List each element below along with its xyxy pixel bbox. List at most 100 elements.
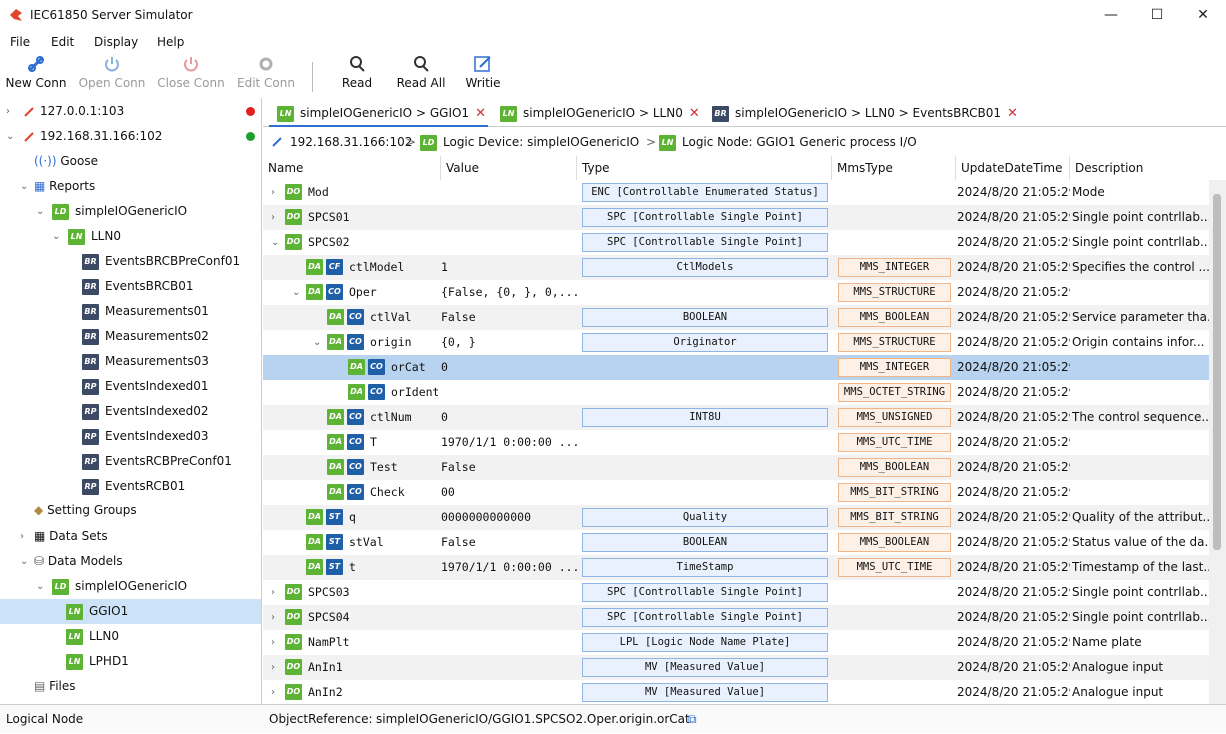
write-button[interactable]: Writie [464,54,502,90]
scrollbar-thumb[interactable] [1213,194,1221,550]
maximize-button[interactable]: ☐ [1134,0,1180,32]
read-button[interactable]: Read [340,54,374,90]
tree-node-rcb[interactable]: RP EventsIndexed01 [82,374,209,399]
tree-node-lln0[interactable]: LN LLN0 [66,624,119,649]
menu-help[interactable]: Help [157,35,184,49]
menu-file[interactable]: File [10,35,30,49]
chevron-right-icon[interactable]: › [271,655,275,680]
cell-value[interactable]: 00 [441,480,577,505]
table-row[interactable]: DA CO orCat 0 MMS_INTEGER 2024/8/20 21:05:29 [263,355,1209,380]
column-header-name[interactable]: Name [263,156,441,180]
tree-node-setting-groups[interactable]: ◆ Setting Groups [34,498,137,523]
table-row[interactable]: DA CO orIdent MMS_OCTET_STRING 2024/8/20 21:… [263,380,1209,405]
table-row[interactable]: › DO AnIn1 MV [Measured Value] 2024/8/20 21:… [263,655,1209,680]
cell-value[interactable]: 0 [441,405,577,430]
cell-value[interactable]: 1 [441,255,577,280]
table-row[interactable]: DA ST q 0000000000000 Quality MMS_BIT_STRING 2… [263,505,1209,530]
tree-node-reports[interactable]: ⌄ ▦ Reports [20,174,95,199]
copy-icon[interactable]: ⧉ [688,705,697,734]
table-row[interactable]: DA ST stVal False BOOLEAN MMS_BOOLEAN 2024/8/2… [263,530,1209,555]
close-tab-icon[interactable]: ✕ [689,106,700,121]
tree-node-rcb[interactable]: BR Measurements03 [82,349,209,374]
menu-edit[interactable]: Edit [51,35,74,49]
cell-value[interactable]: {False, {0, }, 0,... [441,280,577,305]
tree-node-rcb[interactable]: RP EventsRCB01 [82,474,185,499]
tab-ggio1[interactable]: LN simpleIOGenericIO > GGIO1 ✕ [269,100,488,127]
cell-value[interactable]: 0000000000000 [441,505,577,530]
tree-node-rcb[interactable]: BR Measurements02 [82,324,209,349]
chevron-down-icon[interactable]: ⌄ [271,230,279,255]
vertical-scrollbar[interactable] [1209,180,1226,704]
open-conn-button[interactable]: Open Conn [78,54,146,90]
cell-value[interactable]: 0 [441,355,577,380]
column-header-updatetime[interactable]: UpdateDateTime [956,156,1070,180]
table-row[interactable]: › DO Mod ENC [Controllable Enumerated Statu… [263,180,1209,205]
table-row[interactable]: DA CO Test False MMS_BOOLEAN 2024/8/20 21:05:… [263,455,1209,480]
breadcrumb-ld-value[interactable]: simpleIOGenericIO [527,135,639,149]
table-row[interactable]: DA CO Check 00 MMS_BIT_STRING 2024/8/20 21:05… [263,480,1209,505]
tree-node-rcb[interactable]: RP EventsRCBPreConf01 [82,449,232,474]
chevron-right-icon[interactable]: › [271,605,275,630]
read-all-button[interactable]: Read All [396,54,446,90]
tree-node-connection-1[interactable]: › 127.0.0.1:103 [0,99,261,124]
tree-node-rcb[interactable]: BR Measurements01 [82,299,209,324]
tree-node-ggio1[interactable]: LN GGIO1 [0,599,261,624]
edit-conn-button[interactable]: Edit Conn [236,54,296,90]
table-row[interactable]: ⌄ DO SPCS02 SPC [Controllable Single Point]… [263,230,1209,255]
tree-node-rcb[interactable]: BR EventsBRCBPreConf01 [82,249,240,274]
minimize-button[interactable]: — [1088,0,1134,32]
tree-node-goose[interactable]: ((·)) Goose [34,149,98,174]
table-row[interactable]: › DO SPCS03 SPC [Controllable Single Point]… [263,580,1209,605]
chevron-down-icon[interactable]: ⌄ [292,280,300,305]
tree-node-data-sets[interactable]: › ▦ Data Sets [20,524,108,549]
table-row[interactable]: DA CO ctlVal False BOOLEAN MMS_BOOLEAN 2024/8/… [263,305,1209,330]
chevron-right-icon[interactable]: › [271,180,275,205]
table-row[interactable]: › DO NamPlt LPL [Logic Node Name Plate] 2024… [263,630,1209,655]
new-conn-button[interactable]: New Conn [4,54,68,90]
table-row[interactable]: › DO SPCS01 SPC [Controllable Single Point]… [263,205,1209,230]
cell-update-time: 2024/8/20 21:05:29 [957,560,1070,574]
column-header-mmstype[interactable]: MmsType [832,156,956,180]
column-header-type[interactable]: Type [577,156,832,180]
chevron-down-icon[interactable]: ⌄ [313,330,321,355]
table-row[interactable]: ⌄ DA CO Oper {False, {0, }, 0,... MMS_STRUCTU… [263,280,1209,305]
cell-value[interactable]: False [441,305,577,330]
chevron-right-icon[interactable]: › [271,580,275,605]
table-row[interactable]: › DO AnIn2 MV [Measured Value] 2024/8/20 21:… [263,680,1209,704]
cell-value[interactable]: {0, } [441,330,577,355]
cell-value[interactable]: 1970/1/1 0:00:00 ... [441,430,577,455]
tree-node-rcb[interactable]: RP EventsIndexed02 [82,399,209,424]
breadcrumb-host[interactable]: 192.168.31.166:102 [290,129,412,155]
tree-node-rcb[interactable]: RP EventsIndexed03 [82,424,209,449]
tree-node-connection-2[interactable]: ⌄ 192.168.31.166:102 [0,124,261,149]
table-row[interactable]: › DO SPCS04 SPC [Controllable Single Point]… [263,605,1209,630]
tree-node-reports-lln0[interactable]: ⌄ LN LLN0 [52,224,121,249]
close-conn-button[interactable]: Close Conn [156,54,226,90]
table-row[interactable]: DA CO T 1970/1/1 0:00:00 ... MMS_UTC_TIME 202… [263,430,1209,455]
cell-value[interactable]: False [441,455,577,480]
close-tab-icon[interactable]: ✕ [1007,106,1018,121]
chevron-right-icon[interactable]: › [271,630,275,655]
menu-display[interactable]: Display [94,35,138,49]
table-row[interactable]: DA ST t 1970/1/1 0:00:00 ... TimeStamp MMS_UT… [263,555,1209,580]
column-header-value[interactable]: Value [441,156,577,180]
table-row[interactable]: DA CF ctlModel 1 CtlModels MMS_INTEGER 2024/8/… [263,255,1209,280]
tree-node-data-models[interactable]: ⌄ ⛁ Data Models [20,549,123,574]
close-window-button[interactable]: ✕ [1180,0,1226,32]
table-row[interactable]: ⌄ DA CO origin {0, } Originator MMS_STRUCTURE 2… [263,330,1209,355]
table-row[interactable]: DA CO ctlNum 0 INT8U MMS_UNSIGNED 2024/8/20 21… [263,405,1209,430]
tree-node-files[interactable]: ▤ Files [34,674,76,699]
cell-value[interactable]: 1970/1/1 0:00:00 ... [441,555,577,580]
chevron-right-icon[interactable]: › [271,680,275,704]
tree-node-lphd1[interactable]: LN LPHD1 [66,649,129,674]
column-header-description[interactable]: Description [1070,156,1209,180]
chevron-right-icon[interactable]: › [271,205,275,230]
cell-value[interactable]: False [441,530,577,555]
tree-node-models-ld[interactable]: ⌄ LD simpleIOGenericIO [36,574,187,599]
tab-lln0[interactable]: LN simpleIOGenericIO > LLN0 ✕ [492,100,700,127]
tree-node-reports-ld[interactable]: ⌄ LD simpleIOGenericIO [36,199,187,224]
tab-eventsbrcb01[interactable]: BR simpleIOGenericIO > LLN0 > EventsBRCB0… [704,100,1018,127]
close-tab-icon[interactable]: ✕ [475,106,486,121]
breadcrumb-ln-value[interactable]: GGIO1 Generic process I/O [756,135,916,149]
tree-node-rcb[interactable]: BR EventsBRCB01 [82,274,193,299]
